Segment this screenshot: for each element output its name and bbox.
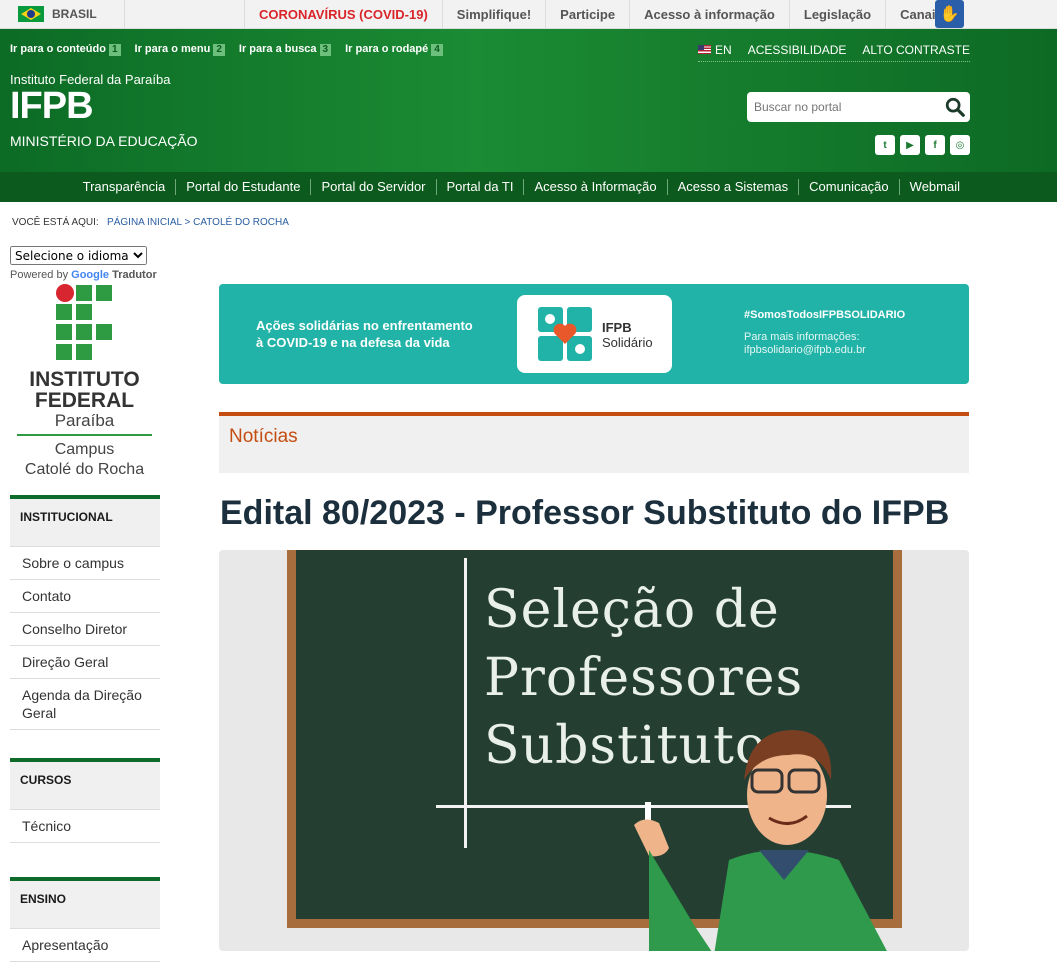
solidarity-hands-icon xyxy=(538,307,592,361)
logo-state: Paraíba xyxy=(54,411,115,430)
facebook-icon[interactable]: f xyxy=(925,135,945,155)
brazil-flag-icon xyxy=(18,6,44,22)
breadcrumb-current[interactable]: CATOLÉ DO ROCHA xyxy=(193,217,289,228)
article-title: Edital 80/2023 - Professor Substituto do… xyxy=(220,494,950,532)
language-select[interactable]: Selecione o idioma xyxy=(10,246,147,265)
breadcrumb: VOCÊ ESTÁ AQUI: PÁGINA INICIAL > CATOLÉ … xyxy=(12,217,289,228)
logo-divider xyxy=(17,434,152,436)
nav-acesso-informacao[interactable]: Acesso à Informação xyxy=(523,179,666,195)
nav-acesso-sistemas[interactable]: Acesso a Sistemas xyxy=(666,179,799,195)
skip-to-search-link[interactable]: Ir para a busca 3 xyxy=(239,43,332,56)
banner-hashtag: #SomosTodosIFPBSOLIDARIO xyxy=(744,309,906,321)
sidebar-ensino: ENSINO Apresentação xyxy=(10,877,160,962)
teacher-illustration xyxy=(634,730,887,951)
nav-portal-servidor[interactable]: Portal do Servidor xyxy=(310,179,435,195)
banner-email[interactable]: ifpbsolidario@ifpb.edu.br xyxy=(744,344,905,357)
high-contrast-link[interactable]: ALTO CONTRASTE xyxy=(862,43,970,57)
language-bar: EN ACESSIBILIDADE ALTO CONTRASTE xyxy=(698,43,970,62)
sidebar-item-tecnico[interactable]: Técnico xyxy=(10,809,160,843)
site-header: Ir para o conteúdo 1 Ir para o menu 2 Ir p… xyxy=(0,29,1057,172)
nav-comunicacao[interactable]: Comunicação xyxy=(798,179,899,195)
sidebar-heading: INSTITUCIONAL xyxy=(10,495,160,546)
gov-links: CORONAVÍRUS (COVID-19) Simplifique! Part… xyxy=(244,0,957,28)
sidebar-item-agenda[interactable]: Agenda da Direção Geral xyxy=(10,679,160,730)
sidebar-item-sobre[interactable]: Sobre o campus xyxy=(10,546,160,580)
twitter-icon[interactable]: t xyxy=(875,135,895,155)
breadcrumb-prefix: VOCÊ ESTÁ AQUI: xyxy=(12,217,99,228)
board-text-line2: Professores xyxy=(484,648,804,708)
sidebar-item-direcao[interactable]: Direção Geral xyxy=(10,646,160,679)
gov-link-legislacao[interactable]: Legislação xyxy=(788,0,885,28)
banner-text: Ações solidárias no enfrentamento à COVI… xyxy=(256,318,473,350)
solidarity-banner[interactable]: Ações solidárias no enfrentamento à COVI… xyxy=(219,284,969,384)
logo-text: INSTITUTO FEDERAL xyxy=(29,368,140,412)
banner-logo-card: IFPB Solidário xyxy=(517,295,672,373)
search-icon[interactable] xyxy=(944,96,966,118)
accessibility-link[interactable]: ACESSIBILIDADE xyxy=(748,43,847,57)
nav-portal-estudante[interactable]: Portal do Estudante xyxy=(175,179,310,195)
article-image: Seleção de Professores Substitutos xyxy=(219,550,969,951)
language-selector: Selecione o idioma xyxy=(10,246,147,265)
brasil-link[interactable]: BRASIL xyxy=(0,0,125,28)
sidebar-heading: ENSINO xyxy=(10,877,160,928)
brasil-label: BRASIL xyxy=(52,7,97,21)
sidebar-item-apresentacao[interactable]: Apresentação xyxy=(10,928,160,962)
breadcrumb-home[interactable]: PÁGINA INICIAL xyxy=(107,217,182,228)
access-shortcuts: Ir para o conteúdo 1 Ir para o menu 2 Ir p… xyxy=(10,43,443,56)
search-input[interactable] xyxy=(754,100,939,114)
logo-campus-name: Campus Catolé do Rocha xyxy=(24,441,145,478)
google-logo: Google xyxy=(71,269,110,281)
board-text-line1: Seleção de xyxy=(484,580,780,640)
sidebar-item-contato[interactable]: Contato xyxy=(10,580,160,613)
youtube-icon[interactable]: ▶ xyxy=(900,135,920,155)
site-title[interactable]: IFPB xyxy=(10,85,94,128)
sidebar-item-conselho[interactable]: Conselho Diretor xyxy=(10,613,160,646)
gov-link-simplifique[interactable]: Simplifique! xyxy=(441,0,545,28)
sidebar-cursos: CURSOS Técnico xyxy=(10,758,160,843)
skip-to-footer-link[interactable]: Ir para o rodapé 4 xyxy=(345,43,443,56)
instagram-icon[interactable]: ◎ xyxy=(950,135,970,155)
banner-info: #SomosTodosIFPBSOLIDARIO Para mais infor… xyxy=(744,309,906,357)
nav-portal-ti[interactable]: Portal da TI xyxy=(435,179,524,195)
english-link[interactable]: EN xyxy=(698,43,732,57)
search-box xyxy=(747,92,970,122)
powered-by-google: Powered by Google Tradutor xyxy=(10,269,157,281)
nav-webmail[interactable]: Webmail xyxy=(898,179,970,195)
gov-bar: BRASIL CORONAVÍRUS (COVID-19) Simplifiqu… xyxy=(0,0,1057,29)
libras-hands-icon[interactable]: ✋ xyxy=(935,0,964,28)
sidebar-heading: CURSOS xyxy=(10,758,160,809)
gov-link-acesso-informacao[interactable]: Acesso à informação xyxy=(629,0,789,28)
banner-card-label: IFPB Solidário xyxy=(602,320,653,350)
nav-transparencia[interactable]: Transparência xyxy=(73,179,176,195)
social-links: t ▶ f ◎ xyxy=(875,135,970,155)
if-logo-grid-icon xyxy=(56,284,116,364)
sidebar-institucional: INSTITUCIONAL Sobre o campus Contato Con… xyxy=(10,495,160,730)
gov-link-covid[interactable]: CORONAVÍRUS (COVID-19) xyxy=(244,0,442,28)
news-section-header: Notícias xyxy=(219,412,969,473)
main-nav: Transparência Portal do Estudante Portal… xyxy=(0,172,1057,202)
gov-link-participe[interactable]: Participe xyxy=(545,0,629,28)
skip-to-menu-link[interactable]: Ir para o menu 2 xyxy=(135,43,225,56)
us-flag-icon xyxy=(698,45,712,54)
skip-to-content-link[interactable]: Ir para o conteúdo 1 xyxy=(10,43,121,56)
ministry-label: MINISTÉRIO DA EDUCAÇÃO xyxy=(10,133,198,149)
